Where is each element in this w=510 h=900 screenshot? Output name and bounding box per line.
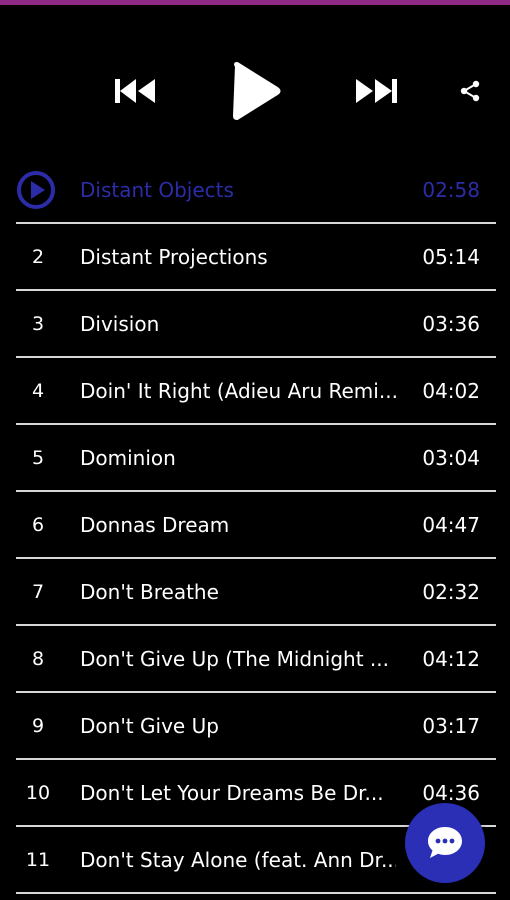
previous-button[interactable]	[112, 71, 160, 111]
track-title: Don't Stay Alone (feat. Ann Dr...	[80, 847, 396, 872]
track-row-current[interactable]: Distant Objects 02:58	[16, 157, 496, 224]
track-duration: 04:47	[422, 512, 480, 537]
track-row[interactable]: 5 Dominion 03:04	[16, 425, 496, 492]
track-number: 6	[31, 513, 45, 536]
track-number: 11	[25, 848, 51, 871]
track-title: Doin' It Right (Adieu Aru Remi...	[80, 378, 396, 403]
track-row[interactable]: 4 Doin' It Right (Adieu Aru Remi... 04:0…	[16, 358, 496, 425]
track-title: Division	[80, 311, 160, 336]
track-duration: 02:58	[422, 177, 480, 202]
track-row[interactable]: 2 Distant Projections 05:14	[16, 224, 496, 291]
playback-controls	[0, 55, 510, 127]
track-number: 2	[31, 245, 45, 268]
track-row[interactable]: 3 Division 03:36	[16, 291, 496, 358]
track-row[interactable]: 6 Donnas Dream 04:47	[16, 492, 496, 559]
chat-fab-button[interactable]	[405, 803, 485, 883]
track-title: Donnas Dream	[80, 512, 230, 537]
track-duration: 05:14	[422, 244, 480, 269]
top-accent-bar	[0, 0, 510, 5]
track-title: Dominion	[80, 445, 176, 470]
play-button[interactable]	[226, 59, 286, 123]
track-number: 5	[31, 446, 45, 469]
track-duration: 04:12	[422, 646, 480, 671]
now-playing-icon	[17, 171, 55, 209]
track-list: Distant Objects 02:58 2 Distant Projecti…	[16, 157, 496, 894]
skip-next-icon	[356, 79, 397, 103]
share-icon	[460, 80, 480, 102]
track-title: Don't Let Your Dreams Be Dr...	[80, 780, 384, 805]
track-title: Distant Objects	[80, 177, 234, 202]
track-number: 8	[31, 647, 45, 670]
track-number: 4	[31, 379, 45, 402]
track-duration: 03:36	[422, 311, 480, 336]
chat-bubble-icon	[428, 827, 462, 858]
skip-previous-icon	[115, 79, 155, 103]
track-duration: 04:02	[422, 378, 480, 403]
track-number: 3	[31, 312, 45, 335]
share-button[interactable]	[454, 77, 486, 105]
track-number: 10	[25, 781, 51, 804]
track-duration: 03:17	[422, 713, 480, 738]
track-row[interactable]: 8 Don't Give Up (The Midnight ... 04:12	[16, 626, 496, 693]
play-icon	[233, 62, 281, 120]
next-button[interactable]	[352, 71, 400, 111]
track-title: Distant Projections	[80, 244, 268, 269]
track-row[interactable]: 7 Don't Breathe 02:32	[16, 559, 496, 626]
track-title: Don't Give Up	[80, 713, 219, 738]
track-row[interactable]: 9 Don't Give Up 03:17	[16, 693, 496, 760]
track-title: Don't Give Up (The Midnight ...	[80, 646, 389, 671]
track-duration: 02:32	[422, 579, 480, 604]
track-duration: 03:04	[422, 445, 480, 470]
track-number: 7	[31, 580, 45, 603]
track-number: 9	[31, 714, 45, 737]
track-title: Don't Breathe	[80, 579, 219, 604]
